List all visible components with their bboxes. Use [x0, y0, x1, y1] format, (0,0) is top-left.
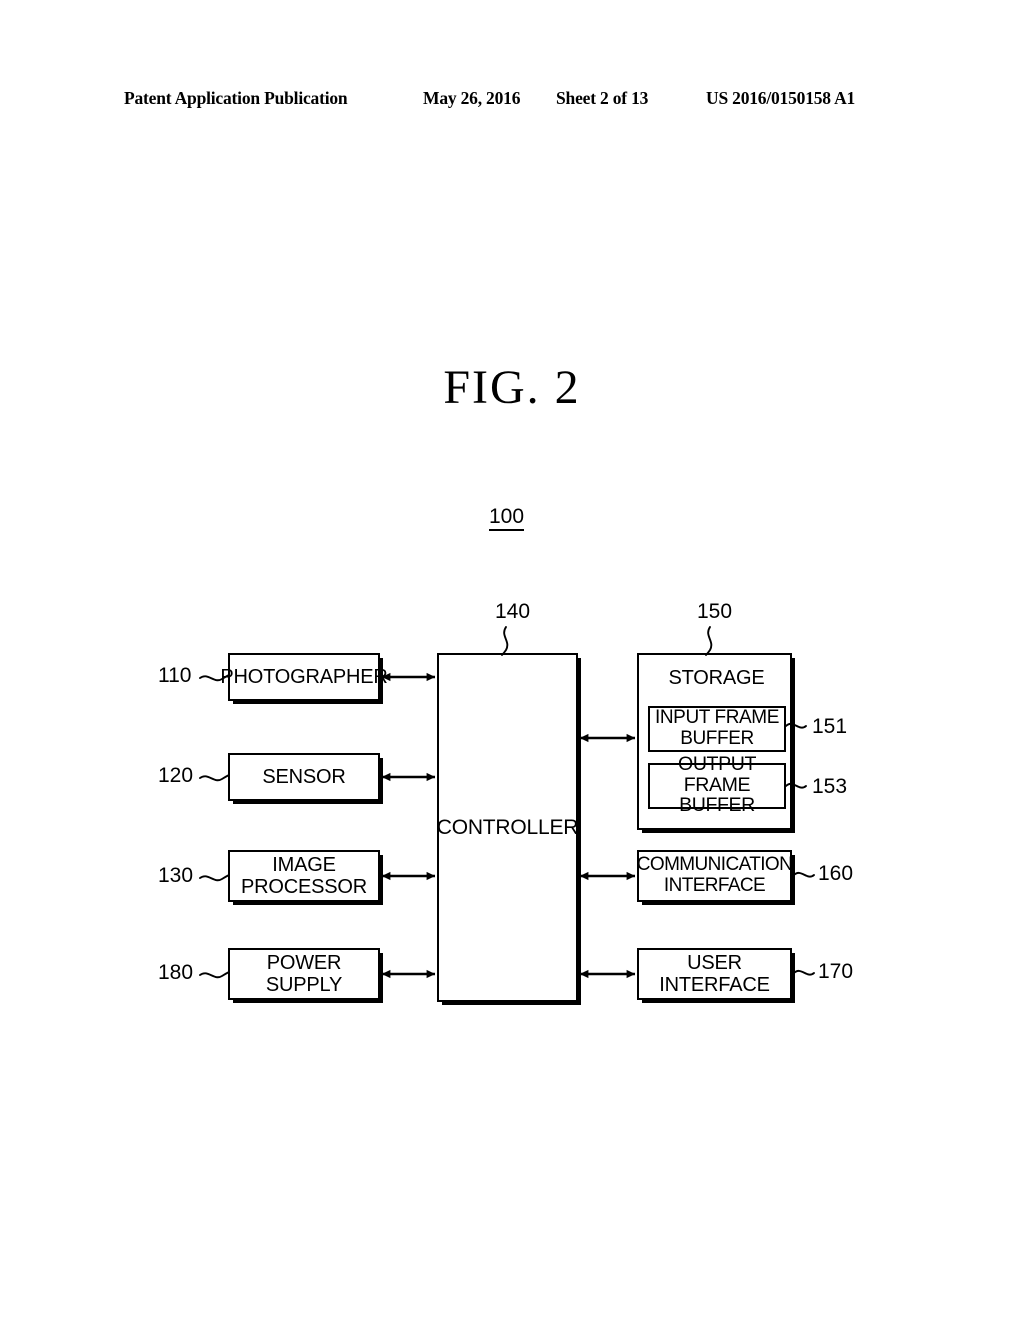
block-input-frame-buffer-label: INPUT FRAME BUFFER	[654, 707, 780, 749]
leader-line-180	[199, 971, 230, 979]
reference-numeral-160: 160	[818, 862, 854, 885]
reference-numeral-153: 153	[812, 775, 848, 798]
system-reference-label: 100	[489, 505, 525, 532]
block-user-interface-label: USER INTERFACE	[659, 952, 770, 996]
header-date: May 26, 2016	[423, 88, 521, 108]
figure-title: FIG. 2	[443, 361, 581, 414]
leader-line-160	[793, 871, 815, 878]
reference-numeral-150: 150	[697, 600, 733, 623]
header-patent-number: US 2016/0150158 A1	[706, 88, 856, 108]
block-photographer: PHOTOGRAPHER	[220, 653, 388, 701]
block-storage-label: STORAGE	[668, 667, 765, 689]
block-photographer-label: PHOTOGRAPHER	[220, 666, 388, 688]
block-image-processor: IMAGE PROCESSOR	[228, 850, 380, 902]
reference-numeral-170: 170	[818, 960, 854, 983]
block-communication-interface-label: COMMUNICATION INTERFACE	[636, 854, 793, 896]
block-output-frame-buffer-label: OUTPUT FRAME BUFFER	[678, 754, 756, 817]
header-publication: Patent Application Publication	[124, 88, 348, 108]
leader-line-150	[705, 626, 713, 656]
reference-numeral-151: 151	[812, 715, 848, 738]
reference-numeral-120: 120	[158, 764, 194, 787]
block-controller: CONTROLLER	[437, 653, 578, 1002]
block-storage: STORAGE INPUT FRAME BUFFER OUTPUT FRAME …	[637, 653, 792, 830]
block-output-frame-buffer: OUTPUT FRAME BUFFER	[648, 755, 786, 816]
reference-numeral-140: 140	[495, 600, 531, 623]
leader-line-140	[501, 626, 509, 656]
leader-line-130	[199, 874, 230, 882]
reference-numeral-180: 180	[158, 961, 194, 984]
block-controller-label: CONTROLLER	[436, 815, 579, 839]
block-user-interface: USER INTERFACE	[637, 948, 792, 1000]
block-power-supply-label: POWER SUPPLY	[265, 952, 343, 996]
block-input-frame-buffer: INPUT FRAME BUFFER	[648, 706, 786, 752]
header-sheet-number: Sheet 2 of 13	[556, 88, 649, 108]
block-communication-interface: COMMUNICATION INTERFACE	[636, 850, 793, 902]
reference-numeral-110: 110	[158, 664, 192, 687]
leader-line-170	[793, 969, 815, 976]
leader-line-120	[199, 774, 230, 782]
block-sensor: SENSOR	[228, 753, 380, 801]
block-power-supply: POWER SUPPLY	[228, 948, 380, 1000]
block-image-processor-label: IMAGE PROCESSOR	[240, 854, 367, 898]
reference-numeral-130: 130	[158, 864, 194, 887]
block-sensor-label: SENSOR	[262, 766, 346, 788]
patent-figure-page: Patent Application Publication May 26, 2…	[0, 0, 1024, 1320]
